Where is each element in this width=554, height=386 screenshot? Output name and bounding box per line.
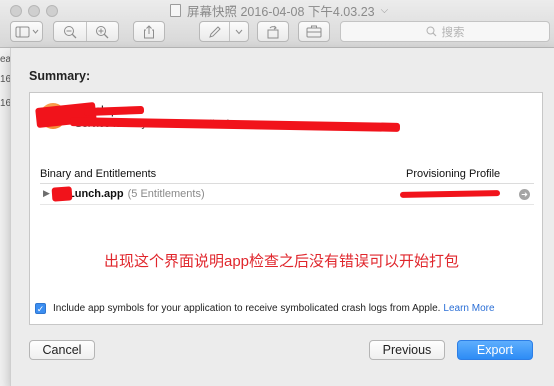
sidebar-toggle-button[interactable] [10,21,43,42]
binary-column-header: Binary and Entitlements [40,168,157,180]
minimize-window-button[interactable] [28,5,40,17]
profile-column-header: Provisioning Profile [406,168,501,180]
zoom-window-button[interactable] [46,5,58,17]
zoom-in-icon [96,25,109,38]
entitlements-count: (5 Entitlements) [127,188,205,200]
annotation-text: 出现这个界面说明app检查之后没有错误可以开始打包 [104,253,460,270]
include-symbols-checkbox[interactable]: ✓ [35,303,46,314]
header-divider [40,183,534,184]
checkbox-label-text: Include app symbols for your application… [53,303,441,314]
markup-button[interactable] [199,21,249,42]
rotate-icon [267,25,279,38]
window-titlebar: 屏幕快照 2016-04-08 下午4.03.23 ⌵ 搜索 [0,0,554,48]
include-symbols-label: Include app symbols for your application… [53,303,495,314]
app-name-cell: Lunch.app (5 Entitlements) [68,188,205,200]
search-input[interactable]: 搜索 [340,21,550,42]
share-button[interactable] [133,21,165,42]
export-button[interactable]: Export [457,340,533,360]
document-icon [170,3,181,17]
previous-button[interactable]: Previous [369,340,445,360]
disclosure-triangle-icon[interactable]: ▶ [43,188,50,199]
app-name: Lunch.app [68,188,124,200]
pen-icon [208,25,221,38]
rotate-button[interactable] [257,21,289,42]
cancel-button[interactable]: Cancel [29,340,95,360]
window-title[interactable]: 屏幕快照 2016-04-08 下午4.03.23 ⌵ [170,2,389,19]
window-title-text: 屏幕快照 2016-04-08 下午4.03.23 [187,4,375,19]
redaction-mark [83,105,145,117]
zoom-in-button[interactable] [86,25,118,39]
chevron-down-icon: ⌵ [380,4,389,16]
export-sheet: Summary: Lunch.pa Service Identity: iPho… [10,48,554,386]
summary-panel: Lunch.pa Service Identity: iPhone Distri… [29,92,543,325]
redaction-mark [399,190,501,198]
share-icon [144,24,154,38]
search-placeholder: 搜索 [441,26,465,39]
summary-heading: Summary: [29,69,91,83]
app-row[interactable]: ▶ Lunch.app (5 Entitlements) ➜ [40,186,534,203]
toolbox-icon [306,25,322,38]
close-window-button[interactable] [10,5,22,17]
learn-more-link[interactable]: Learn More [443,303,494,314]
zoom-out-icon [63,25,77,38]
row-divider [40,204,534,205]
sidebar-icon [15,26,38,37]
toolbox-button[interactable] [298,21,330,42]
redaction-mark [51,186,73,202]
include-symbols-option[interactable]: ✓ Include app symbols for your applicati… [35,303,495,314]
search-icon [426,26,436,37]
arrow-right-icon[interactable]: ➜ [519,189,530,200]
zoom-out-button[interactable] [54,25,86,39]
zoom-controls [53,21,119,42]
chevron-down-icon [235,29,243,34]
